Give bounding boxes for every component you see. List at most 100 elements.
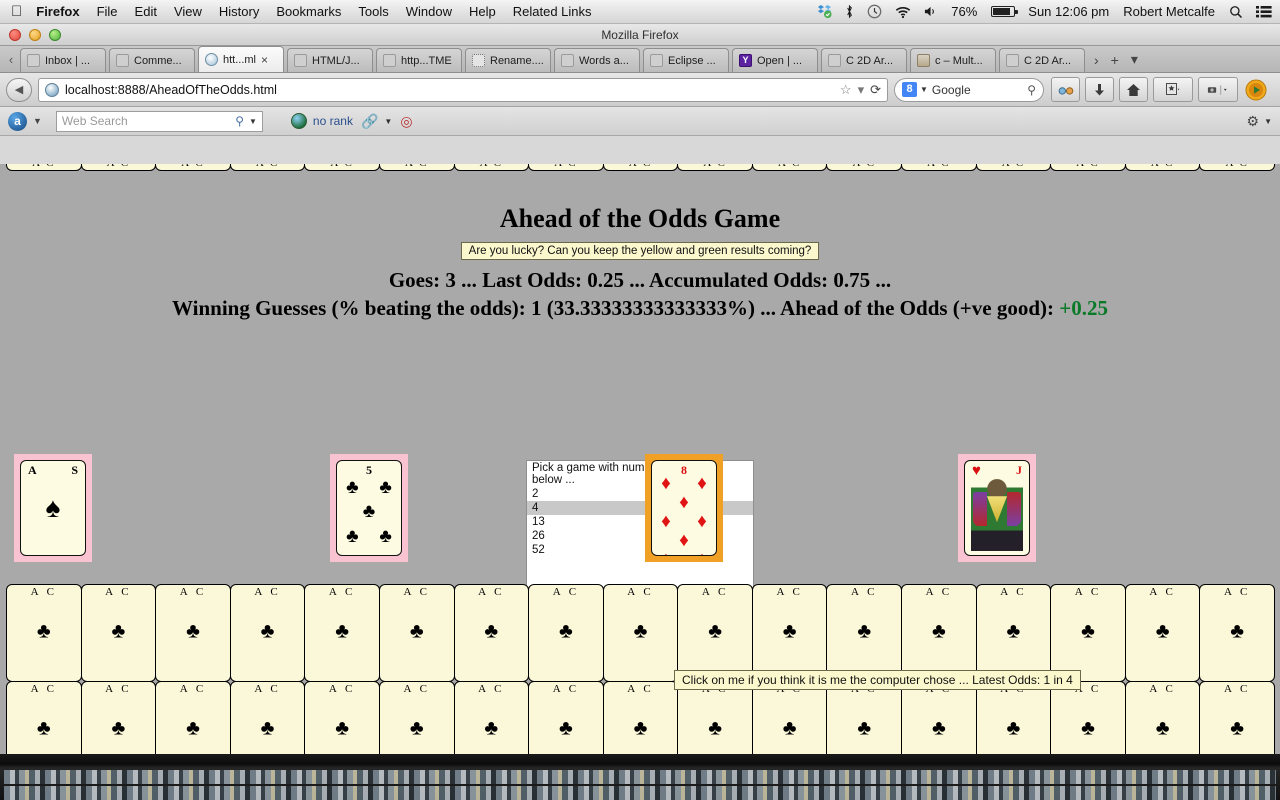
deck-card-ace-of-clubs[interactable]: A C [975, 164, 1052, 171]
tab-scroll-right-icon[interactable]: › [1088, 52, 1105, 72]
deck-card-ace-of-clubs[interactable]: A C ♣ [304, 584, 380, 682]
chevron-down-icon[interactable]: ▼ [249, 117, 257, 126]
dock-icons-row[interactable] [4, 786, 1276, 800]
deck-card-ace-of-clubs[interactable]: A C [378, 164, 455, 171]
deck-card-ace-of-clubs[interactable]: A C ♣ [602, 584, 679, 682]
notification-center-icon[interactable] [1256, 5, 1272, 18]
search-icon[interactable] [1229, 5, 1243, 19]
deck-card-ace-of-clubs[interactable]: A C [6, 164, 82, 171]
tab-comments[interactable]: Comme... [109, 48, 195, 72]
tab-http-tme[interactable]: http...TME [376, 48, 462, 72]
tab-c-2d-array-1[interactable]: C 2D Ar... [821, 48, 907, 72]
target-icon[interactable]: ◎ [400, 113, 412, 130]
deck-card-ace-of-clubs[interactable]: A C ♣ [901, 584, 977, 682]
deck-card-ace-of-clubs[interactable]: A C ♣ [1199, 584, 1275, 682]
dropbox-icon[interactable] [817, 4, 832, 19]
deck-card-ace-of-clubs[interactable]: A C [602, 164, 679, 171]
list-all-tabs-icon[interactable]: ▾ [1125, 51, 1144, 72]
menu-item-view[interactable]: View [174, 4, 202, 19]
gear-icon[interactable]: ⚙ [1247, 113, 1260, 130]
menu-item-window[interactable]: Window [406, 4, 452, 19]
deck-card-ace-of-clubs[interactable]: A C [1199, 164, 1275, 171]
deck-card-ace-of-clubs[interactable]: A C ♣ [1124, 584, 1201, 682]
menu-item-tools[interactable]: Tools [358, 4, 388, 19]
deck-card-ace-of-clubs[interactable]: A C [528, 164, 604, 171]
menubar-clock[interactable]: Sun 12:06 pm [1028, 4, 1109, 19]
chevron-down-icon[interactable]: ▼ [384, 117, 392, 126]
deck-card-ace-of-clubs[interactable]: A C ♣ [6, 584, 82, 682]
menu-item-help[interactable]: Help [469, 4, 496, 19]
camera-toolbar-button[interactable] [1198, 77, 1238, 102]
alexa-logo-icon[interactable]: a [8, 111, 27, 131]
tab-inbox[interactable]: Inbox | ... [20, 48, 106, 72]
reload-icon[interactable]: ⟳ [870, 82, 881, 98]
deck-card-ace-of-clubs[interactable]: A C ♣ [826, 584, 903, 682]
tab-scroll-left-icon[interactable]: ‹ [2, 52, 20, 72]
menu-item-edit[interactable]: Edit [135, 4, 157, 19]
deck-card-ace-of-clubs[interactable]: A C [229, 164, 306, 171]
deck-card-ace-of-clubs[interactable]: A C ♣ [155, 584, 231, 682]
deck-card-ace-of-clubs[interactable]: A C [826, 164, 903, 171]
tab-eclipse[interactable]: Eclipse ... [643, 48, 729, 72]
deck-card-ace-of-clubs[interactable]: A C [155, 164, 231, 171]
apple-logo-icon[interactable]:  [11, 4, 22, 19]
menu-item-bookmarks[interactable]: Bookmarks [276, 4, 341, 19]
search-bar[interactable]: 8 ▼ Google ⚲ [894, 77, 1044, 102]
deck-card-ace-of-clubs[interactable]: A C [1050, 164, 1126, 171]
time-machine-icon[interactable] [867, 4, 882, 19]
deck-card-ace-of-clubs[interactable]: A C ♣ [751, 584, 828, 682]
bluetooth-icon[interactable] [845, 4, 854, 19]
wifi-icon[interactable] [895, 5, 911, 19]
chevron-down-icon[interactable]: ▾ [858, 82, 865, 98]
deck-card-ace-of-clubs[interactable]: A C [1124, 164, 1201, 171]
chain-icon[interactable]: 🔗 [361, 113, 378, 130]
chevron-down-icon[interactable]: ▼ [33, 116, 42, 126]
magnifier-icon[interactable]: ⚲ [235, 114, 244, 128]
chevron-down-icon[interactable]: ▼ [920, 85, 928, 94]
deck-card-ace-of-clubs[interactable]: A C ♣ [975, 584, 1052, 682]
hand-card-five-of-clubs[interactable]: 5 ♣ ♣ ♣ ♣ ♣ [330, 454, 408, 562]
tab-c-2d-array-2[interactable]: C 2D Ar... [999, 48, 1085, 72]
tab-rename[interactable]: Rename.... [465, 48, 551, 72]
deck-card-ace-of-clubs[interactable]: A C [677, 164, 753, 171]
bookmark-star-icon[interactable]: ☆ [840, 82, 852, 98]
menubar-user-name[interactable]: Robert Metcalfe [1123, 4, 1215, 19]
play-toolbar-button[interactable] [1243, 77, 1269, 102]
tab-open-yahoo[interactable]: Y Open | ... [732, 48, 818, 72]
deck-card-ace-of-clubs[interactable]: A C [80, 164, 157, 171]
deck-card-ace-of-clubs[interactable]: A C ♣ [1050, 584, 1126, 682]
tab-c-multi[interactable]: c – Mult... [910, 48, 996, 72]
bookmarks-button[interactable] [1153, 77, 1193, 102]
downloads-button[interactable] [1085, 77, 1114, 102]
deck-card-ace-of-clubs[interactable]: A C [901, 164, 977, 171]
close-tab-icon[interactable]: × [261, 53, 268, 67]
deck-card-ace-of-clubs[interactable]: A C ♣ [453, 584, 530, 682]
web-search-input[interactable]: Web Search ⚲ ▼ [55, 110, 263, 132]
address-bar[interactable]: localhost:8888/AheadOfTheOdds.html ☆ ▾ ⟳ [38, 77, 888, 102]
deck-card-ace-of-clubs[interactable]: A C [453, 164, 530, 171]
deck-card-ace-of-clubs[interactable]: A C ♣ [80, 584, 157, 682]
hand-card-eight-of-diamonds[interactable]: 8 ♦ ♦ ♦ ♦ ♦ ♦ ♦ ♦ [645, 454, 723, 562]
deck-card-ace-of-clubs[interactable]: A C [304, 164, 380, 171]
chevron-down-icon[interactable]: ▼ [1264, 117, 1272, 126]
glasses-toolbar-button[interactable] [1051, 77, 1080, 102]
battery-icon[interactable] [991, 6, 1018, 17]
menu-item-history[interactable]: History [219, 4, 259, 19]
deck-card-ace-of-clubs[interactable]: A C ♣ [378, 584, 455, 682]
hand-card-ace-of-spades[interactable]: A S ♠ [14, 454, 92, 562]
deck-card-ace-of-clubs[interactable]: A C ♣ [229, 584, 306, 682]
new-tab-button[interactable]: + [1105, 52, 1125, 72]
deck-card-ace-of-clubs[interactable]: A C ♣ [677, 584, 753, 682]
magnifier-icon[interactable]: ⚲ [1027, 83, 1036, 97]
tab-html-js[interactable]: HTML/J... [287, 48, 373, 72]
deck-card-ace-of-clubs[interactable]: A C [751, 164, 828, 171]
deck-card-ace-of-clubs[interactable]: A C ♣ [528, 584, 604, 682]
back-button[interactable]: ◀ [6, 77, 32, 102]
home-button[interactable] [1119, 77, 1148, 102]
menu-item-related-links[interactable]: Related Links [513, 4, 592, 19]
tab-words[interactable]: Words a... [554, 48, 640, 72]
macos-dock[interactable] [0, 754, 1280, 800]
menu-item-firefox[interactable]: Firefox [36, 4, 79, 19]
tab-ahead-of-the-odds[interactable]: htt...ml × [198, 46, 284, 72]
volume-icon[interactable] [924, 5, 938, 18]
